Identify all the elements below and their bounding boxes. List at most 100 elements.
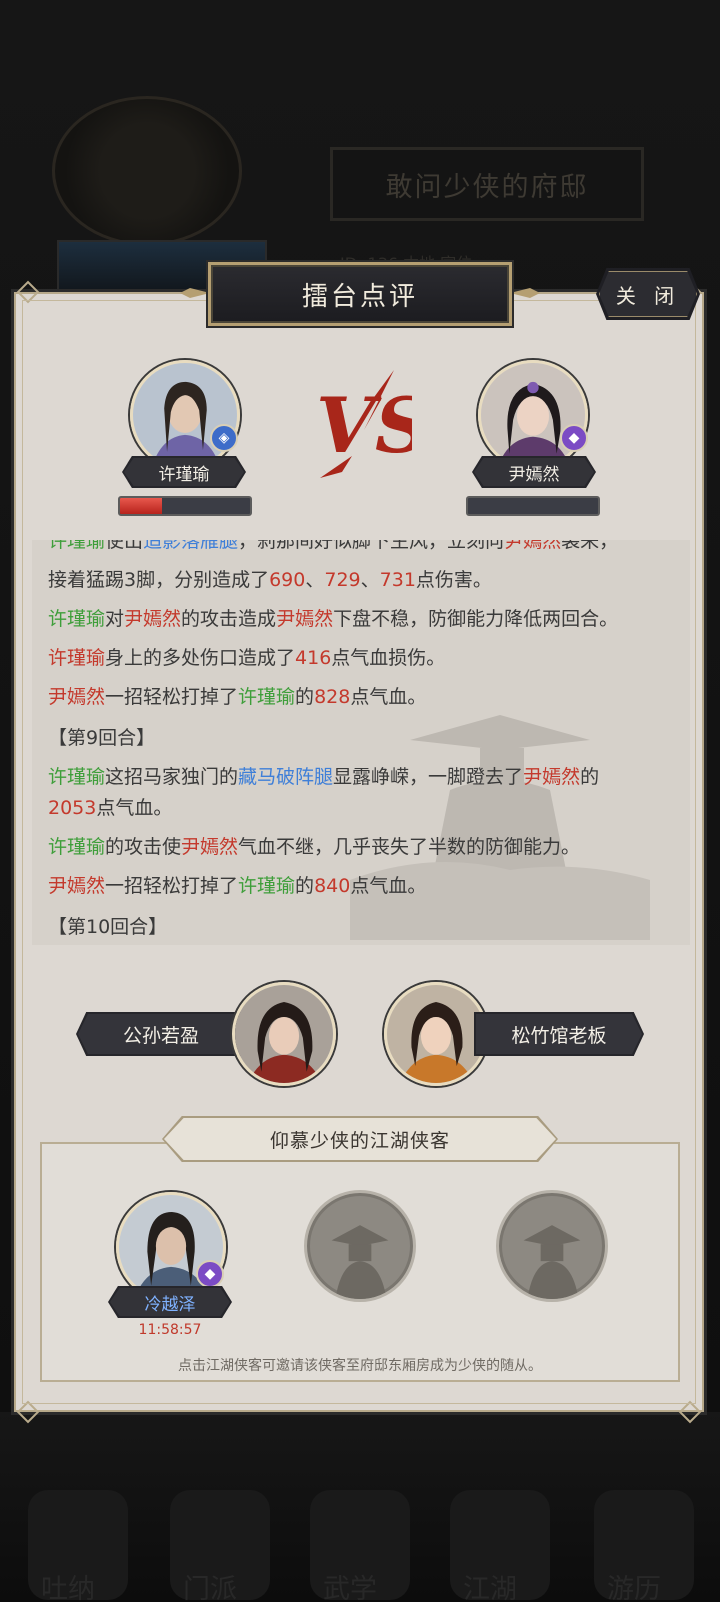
empty-admirer-slot[interactable] [304,1190,416,1302]
log-text: 的 [580,766,600,788]
log-round-header: 【第10回合】 [48,916,168,938]
panel-title: 擂台点评 [301,281,418,312]
admirer-nameplate: 冷越泽 [108,1286,232,1318]
admirers-hint: 点击江湖侠客可邀请该侠客至府邸东厢房成为少侠的随从。 [178,1358,542,1374]
log-text: 使出 [105,540,144,552]
fighter-left-name: 许瑾瑜 [158,464,210,485]
log-text: 下盘不稳，防御能力降低两回合。 [333,608,619,630]
water-drop-icon: ◈ [210,424,238,452]
log-text: 的攻击造成 [181,608,277,630]
log-line: 许瑾瑜这招马家独门的藏马破阵腿显露峥嵘，一脚蹬去了尹嫣然的 [48,762,688,793]
title-wing-ornament [510,288,540,298]
fighter-left-hp-bar [118,496,252,516]
admirers-title-plate: 仰慕少侠的江湖侠客 [162,1116,558,1162]
log-line: 接着猛踢3脚，分别造成了690、729、731点伤害。 [48,565,688,596]
highlight-red: 尹嫣然 [523,766,581,788]
highlight-red: 731 [379,569,416,591]
background-title: 敢问少侠的府邸 [385,171,589,203]
highlight-red: 729 [324,569,361,591]
log-line: 2053点气血。 [48,793,688,824]
highlight-red: 690 [269,569,306,591]
log-text: 气血不继，几乎丧失了半数的防御能力。 [238,836,581,858]
purple-gem-icon: ◆ [196,1260,224,1288]
log-text: 点气血。 [350,875,427,897]
highlight-red: 尹嫣然 [124,608,182,630]
log-line: 尹嫣然一招轻松打掉了许瑾瑜的840点气血。 [48,871,688,902]
highlight-red: 2053 [48,797,97,819]
highlight-red: 828 [314,686,351,708]
log-line: 许瑾瑜的攻击使尹嫣然气血不继，几乎丧失了半数的防御能力。 [48,832,688,863]
log-text: 的攻击使 [105,836,182,858]
highlight-red: 840 [314,875,351,897]
silhouette-hat-icon [331,1225,389,1299]
log-text: 一招轻松打掉了 [105,875,239,897]
skill-name: 追影落雁腿 [143,540,239,552]
fighter-left-hp-fill [120,498,162,514]
highlight-red: 许瑾瑜 [48,647,106,669]
log-line: 许瑾瑜身上的多处伤口造成了416点气血损伤。 [48,643,688,674]
highlight-red: 尹嫣然 [181,836,239,858]
highlight-red: 尹嫣然 [48,686,106,708]
spectator-right-avatar[interactable] [384,982,488,1086]
admirers-title: 仰慕少侠的江湖侠客 [269,1129,450,1152]
nav-label: 武学 [323,1574,377,1602]
log-text: 点气血。 [96,797,173,819]
attacker-name: 许瑾瑜 [48,766,106,788]
log-text: 显露峥嵘，一脚蹬去了 [333,766,524,788]
log-text: 的 [295,686,315,708]
highlight-red: 尹嫣然 [276,608,334,630]
close-button[interactable]: 关 闭 [596,268,700,320]
nav-label: 吐纳 [41,1574,95,1602]
spectator-left-name: 公孙若盈 [122,1024,199,1047]
fighter-right-avatar[interactable] [478,360,588,470]
log-text: 身上的多处伤口造成了 [105,647,296,669]
fighter-left-nameplate: 许瑾瑜 [122,456,246,488]
log-round-header: 【第9回合】 [48,727,156,749]
fighter-right-name: 尹嫣然 [508,464,560,485]
spectator-right-nameplate: 松竹馆老板 [474,1012,644,1056]
admirer-name: 冷越泽 [144,1294,196,1315]
silhouette-hat-icon [523,1225,581,1299]
nav-label: 门派 [183,1574,237,1602]
log-text: 这招马家独门的 [105,766,239,788]
log-line: 许瑾瑜对尹嫣然的攻击造成尹嫣然下盘不稳，防御能力降低两回合。 [48,604,688,635]
spectator-left-avatar[interactable] [232,982,336,1086]
highlight-red: 尹嫣然 [504,540,562,552]
log-text: 点气血。 [350,686,427,708]
log-line: 尹嫣然一招轻松打掉了许瑾瑜的828点气血。 [48,682,688,713]
admirer-timer: 11:58:57 [138,1322,202,1338]
close-button-label: 关 闭 [615,283,681,308]
lady-portrait [235,985,333,1083]
fighter-right-hp-bar [466,496,600,516]
log-text: 、 [360,569,380,591]
attacker-name: 许瑾瑜 [48,540,106,552]
log-text: 对 [105,608,125,630]
highlight-red: 尹嫣然 [48,875,106,897]
log-text: 一招轻松打掉了 [105,686,239,708]
log-text: 点伤害。 [415,569,492,591]
lady-portrait [387,985,485,1083]
log-text: 接着猛踢3脚，分别造成了 [48,569,270,591]
log-text: 的 [295,875,315,897]
empty-admirer-slot[interactable] [496,1190,608,1302]
combat-log-content: 许瑾瑜使出追影落雁腿，刹那间好似脚下生风，立刻向尹嫣然袭来， 接着猛踢3脚，分别… [48,540,688,945]
spectator-left-nameplate: 公孙若盈 [76,1012,246,1056]
fighter-left-avatar[interactable] [130,360,240,470]
panel-title-plate: 擂台点评 [208,262,512,326]
fighter-right-nameplate: 尹嫣然 [472,456,596,488]
vs-mark: VS [316,370,412,478]
title-wing-ornament [180,288,210,298]
spectator-right-name: 松竹馆老板 [511,1024,607,1047]
log-text: ，刹那间好似脚下生风，立刻向 [238,540,505,552]
log-text: 点气血损伤。 [331,647,446,669]
attacker-name: 许瑾瑜 [238,875,296,897]
background-title-frame: 敢问少侠的府邸 [330,147,644,221]
attacker-name: 许瑾瑜 [48,608,106,630]
purple-gem-icon: ◆ [560,424,588,452]
attacker-name: 许瑾瑜 [48,836,106,858]
log-line: 许瑾瑜使出追影落雁腿，刹那间好似脚下生风，立刻向尹嫣然袭来， [48,540,688,557]
log-text: 袭来， [561,540,619,552]
vs-label: VS [316,381,412,470]
combat-log[interactable]: 许瑾瑜使出追影落雁腿，刹那间好似脚下生风，立刻向尹嫣然袭来， 接着猛踢3脚，分别… [32,540,690,945]
nav-label: 游历 [607,1574,661,1602]
